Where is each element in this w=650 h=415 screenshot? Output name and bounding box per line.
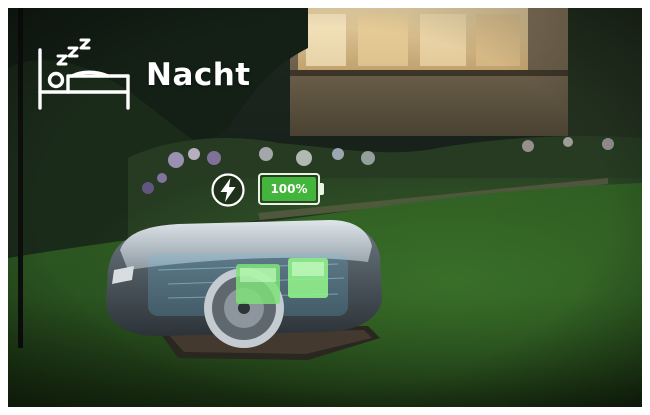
- battery-icon: 100%: [258, 173, 326, 205]
- battery-body: 100%: [258, 173, 320, 205]
- lightning-charge-icon: [211, 173, 245, 207]
- battery-percentage: 100%: [270, 182, 308, 196]
- mode-indicator: Nacht: [36, 38, 251, 112]
- mode-label: Nacht: [146, 57, 251, 93]
- mower-status-screen: Nacht 100%: [8, 8, 642, 407]
- battery-level-fill: 100%: [262, 177, 316, 201]
- battery-terminal: [320, 183, 324, 195]
- sleeping-bed-icon: [38, 38, 130, 110]
